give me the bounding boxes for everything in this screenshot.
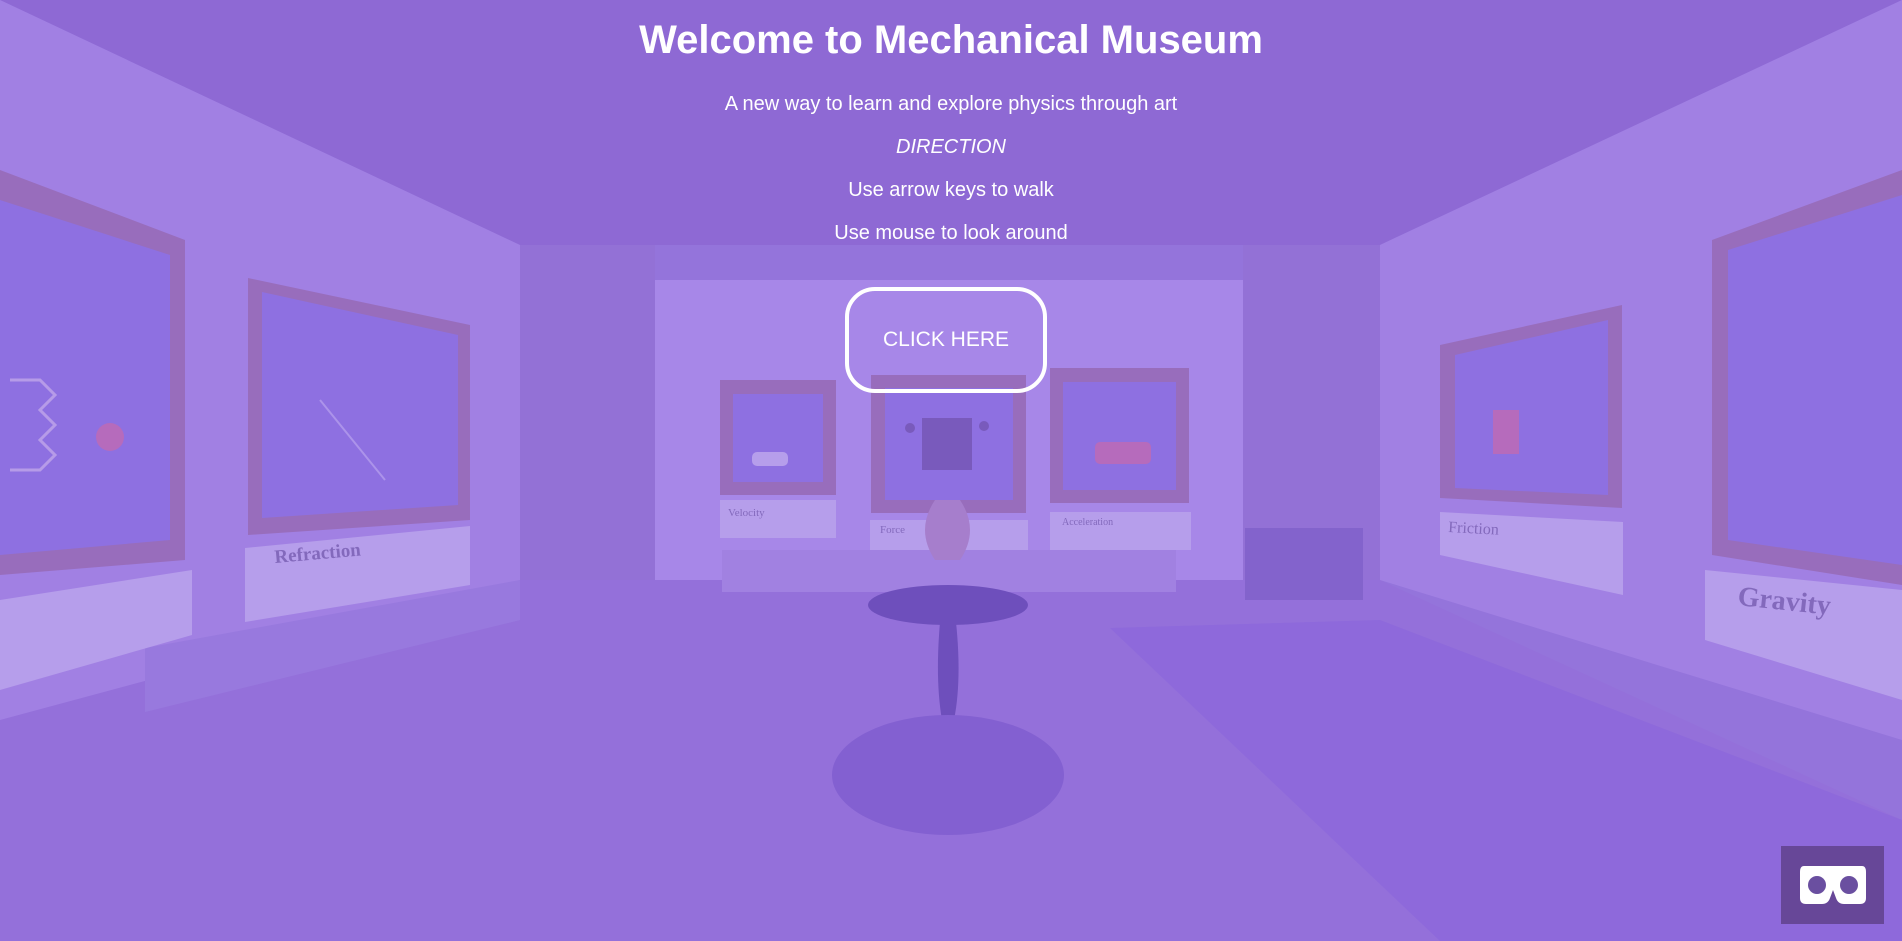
subtitle: A new way to learn and explore physics t… [724, 93, 1178, 115]
instruction-walk: Use arrow keys to walk [848, 179, 1054, 201]
vr-mode-button[interactable] [1781, 846, 1884, 924]
page-title: Welcome to Mechanical Museum [639, 18, 1263, 62]
direction-label: DIRECTION [896, 136, 1006, 158]
click-here-button[interactable]: CLICK HERE [845, 287, 1047, 393]
vr-headset-icon [1799, 866, 1866, 904]
instruction-look: Use mouse to look around [834, 222, 1068, 244]
